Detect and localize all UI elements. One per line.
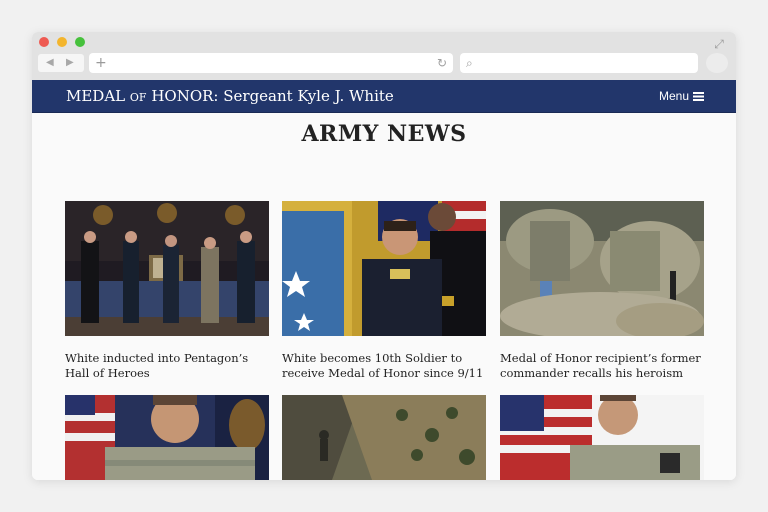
site-title-part-1: MEDAL	[66, 87, 130, 105]
expand-icon[interactable]: ⤢	[712, 37, 726, 51]
site-title-small: OF	[129, 91, 147, 104]
menu-label: Menu	[658, 89, 689, 103]
news-image-medal-presentation[interactable]	[282, 201, 486, 336]
news-image-soldiers-field[interactable]	[500, 201, 704, 336]
news-image-soldier-portrait[interactable]	[65, 395, 269, 480]
new-tab-icon[interactable]: +	[95, 54, 107, 72]
news-headline[interactable]: White becomes 10th Soldier to receive Me…	[282, 351, 492, 381]
reload-icon[interactable]: ↻	[437, 55, 447, 71]
site-header: MEDAL OF HONOR: Sergeant Kyle J. White M…	[32, 80, 736, 113]
site-title[interactable]: MEDAL OF HONOR: Sergeant Kyle J. White	[66, 86, 394, 108]
news-headline[interactable]: Medal of Honor recipient’s former comman…	[500, 351, 710, 381]
page-title: ARMY NEWS	[301, 121, 467, 147]
browser-extension-button[interactable]	[706, 53, 728, 73]
nav-buttons: ◀ ▶	[38, 54, 84, 72]
forward-button[interactable]: ▶	[66, 56, 74, 70]
news-headline[interactable]: White inducted into Pentagon’s Hall of H…	[65, 351, 275, 381]
close-window-button[interactable]	[39, 37, 49, 47]
minimize-window-button[interactable]	[57, 37, 67, 47]
maximize-window-button[interactable]	[75, 37, 85, 47]
browser-window: ⤢ ◀ ▶ + ↻ ⌕ MEDAL OF HONOR: Sergeant Kyl…	[32, 32, 736, 480]
search-input[interactable]: ⌕	[460, 53, 698, 73]
news-image-mountain-terrain[interactable]	[282, 395, 486, 480]
browser-chrome: ⤢ ◀ ▶ + ↻ ⌕	[32, 32, 736, 80]
search-icon: ⌕	[466, 56, 473, 70]
address-bar[interactable]: + ↻	[89, 53, 453, 73]
hamburger-icon	[693, 92, 704, 101]
news-image-soldier-with-flag[interactable]	[500, 395, 704, 480]
news-image-ceremony[interactable]	[65, 201, 269, 336]
menu-button[interactable]: Menu	[659, 88, 704, 104]
main-content: ARMY NEWS White inducted into Pentagon’s…	[32, 113, 736, 480]
back-button[interactable]: ◀	[46, 56, 54, 70]
site-title-part-2: HONOR: Sergeant Kyle J. White	[146, 87, 394, 105]
